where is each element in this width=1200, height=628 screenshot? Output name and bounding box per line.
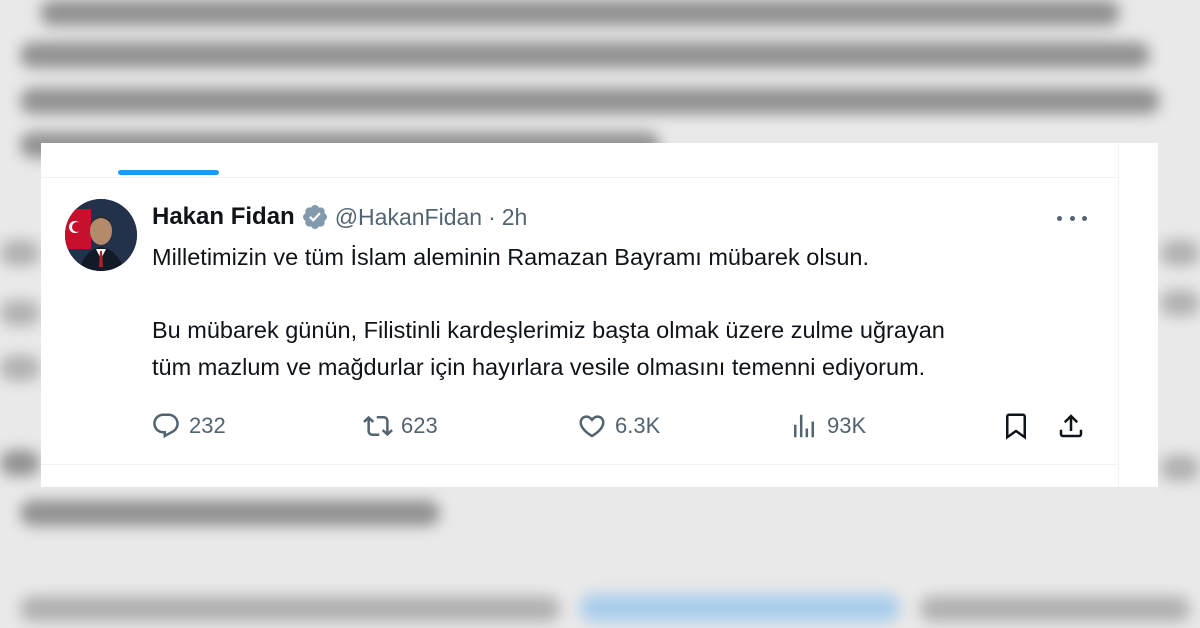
active-tab-indicator (118, 170, 219, 175)
avatar-image (65, 199, 137, 271)
author-name[interactable]: Hakan Fidan (152, 203, 295, 231)
views-button[interactable]: 93K (789, 406, 866, 446)
views-count: 93K (827, 413, 867, 438)
tweet-text-line: Milletimizin ve tüm İslam aleminin Ramaz… (152, 244, 869, 270)
reply-icon (153, 413, 179, 439)
heart-icon (579, 415, 605, 438)
share-button[interactable] (1056, 406, 1086, 446)
views-icon (794, 414, 814, 438)
tweet-text-line: Bu mübarek günün, Filistinli kardeşlerim… (152, 317, 945, 343)
author-handle[interactable]: @HakanFidan (335, 204, 482, 231)
share-icon (1059, 414, 1083, 438)
like-count: 6.3K (615, 413, 661, 438)
avatar[interactable] (65, 199, 137, 271)
divider (41, 177, 1118, 178)
like-button[interactable]: 6.3K (577, 406, 660, 446)
tweet-header: Hakan Fidan @HakanFidan · 2h (152, 201, 527, 233)
repost-icon (363, 415, 393, 437)
action-bar: 232 623 6.3K 93K (41, 406, 1118, 446)
repost-button[interactable]: 623 (363, 406, 438, 446)
card-side-strip (1118, 143, 1158, 487)
bookmark-icon (1006, 413, 1026, 440)
bookmark-button[interactable] (1001, 406, 1031, 446)
reply-count: 232 (189, 413, 226, 438)
tweet-timestamp[interactable]: 2h (502, 204, 528, 231)
reply-button[interactable]: 232 (151, 406, 226, 446)
more-icon[interactable] (1057, 206, 1087, 230)
separator-dot: · (488, 203, 496, 230)
tweet-text-line: tüm mazlum ve mağdurlar için hayırlara v… (152, 354, 926, 380)
repost-count: 623 (401, 413, 438, 438)
divider (41, 464, 1118, 465)
verified-badge-icon (301, 203, 329, 231)
tweet-card: Hakan Fidan @HakanFidan · 2h Milletimizi… (41, 143, 1118, 487)
